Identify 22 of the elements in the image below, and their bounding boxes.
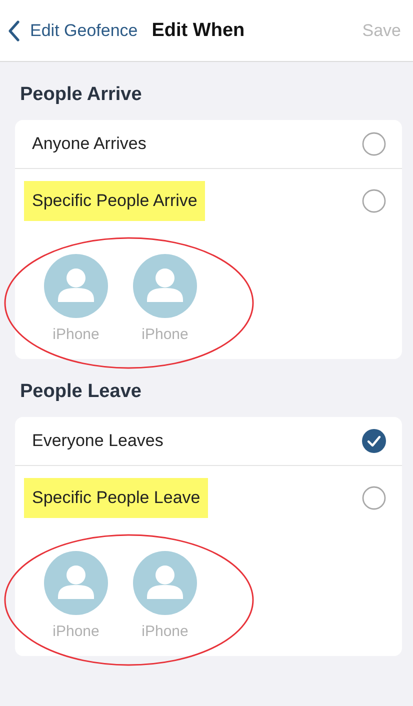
chevron-left-icon — [8, 20, 20, 42]
avatar-icon[interactable] — [44, 551, 108, 615]
radio-icon[interactable] — [362, 188, 386, 212]
avatar-icon[interactable] — [44, 254, 108, 318]
avatar-icon[interactable] — [133, 551, 197, 615]
back-button[interactable]: Edit Geofence — [8, 20, 138, 42]
device-name: iPhone — [52, 623, 100, 640]
device-name: iPhone — [142, 623, 188, 640]
option-label[interactable]: Specific People Arrive — [24, 180, 206, 220]
radio-icon[interactable] — [362, 486, 386, 510]
screen-title: Edit When — [152, 20, 246, 42]
device-name: iPhone — [52, 326, 100, 343]
option-label[interactable]: Anyone Arrives — [24, 124, 154, 164]
back-label: Edit Geofence — [30, 20, 138, 40]
avatar-icon[interactable] — [133, 254, 197, 318]
section-title: People Leave — [19, 380, 142, 404]
checked-radio-icon[interactable] — [362, 429, 386, 453]
option-label[interactable]: Everyone Leaves — [24, 421, 172, 461]
option-label[interactable]: Specific People Leave — [24, 478, 208, 518]
device-name: iPhone — [142, 326, 188, 343]
section-title: People Arrive — [19, 83, 143, 107]
radio-icon[interactable] — [362, 132, 386, 156]
